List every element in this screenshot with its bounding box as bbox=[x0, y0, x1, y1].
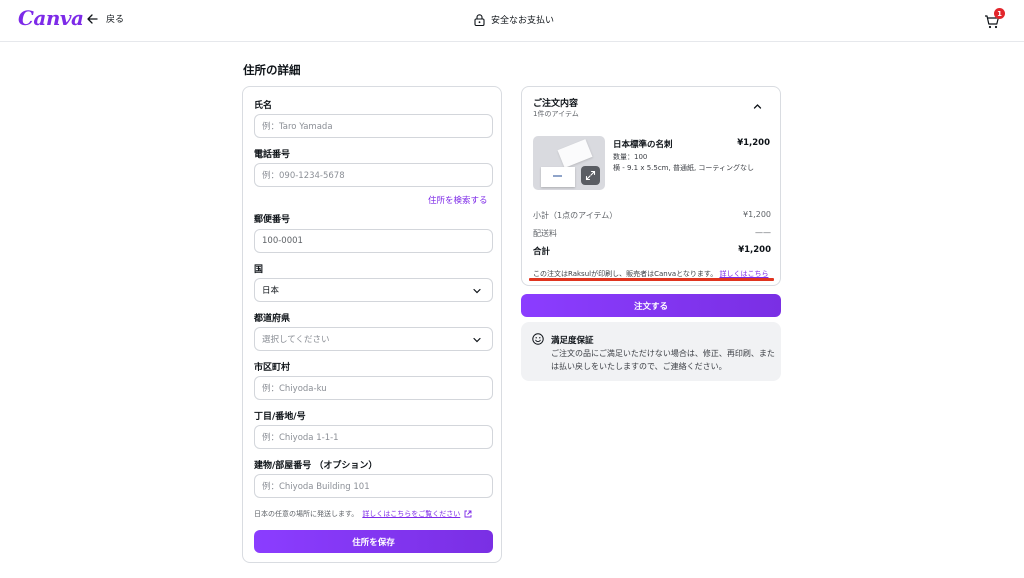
item-price: ¥1,200 bbox=[737, 138, 770, 148]
phone-input[interactable]: 例：090-1234-5678 bbox=[254, 163, 493, 187]
product-thumbnail bbox=[533, 136, 605, 190]
country-select[interactable]: 日本 bbox=[254, 278, 493, 302]
name-input[interactable]: 例：Taro Yamada bbox=[254, 114, 493, 138]
name-placeholder: 例：Taro Yamada bbox=[262, 122, 333, 132]
shipping-details-link[interactable]: 詳しくはこちらをご覧ください bbox=[362, 509, 460, 519]
save-address-button[interactable]: 住所を保存 bbox=[254, 530, 493, 553]
back-button[interactable]: 戻る bbox=[86, 12, 124, 25]
item-quantity: 数量：100 bbox=[613, 153, 648, 161]
expand-preview-button[interactable] bbox=[581, 166, 600, 185]
city-placeholder: 例：Chiyoda-ku bbox=[262, 384, 327, 394]
back-label: 戻る bbox=[106, 15, 125, 25]
chevron-down-icon bbox=[473, 288, 481, 294]
country-value: 日本 bbox=[262, 286, 280, 296]
phone-label: 電話番号 bbox=[254, 150, 291, 160]
postal-label: 郵便番号 bbox=[254, 215, 291, 225]
search-address-link[interactable]: 住所を検索する bbox=[428, 194, 488, 206]
total-value: ¥1,200 bbox=[738, 245, 771, 255]
disclaimer-link[interactable]: 詳しくはこちら bbox=[719, 270, 768, 278]
prefecture-select[interactable]: 選択してください bbox=[254, 327, 493, 351]
order-item-count: 1件のアイテム bbox=[533, 110, 579, 118]
shipping-value: —— bbox=[755, 228, 771, 237]
guarantee-body: ご注文の品にご満足いただけない場合は、修正、再印刷、または払い戻しをいたしますの… bbox=[551, 349, 775, 371]
order-summary: ご注文内容 1件のアイテム 日本標準の名刺 ¥1,200 数量：100 横 - … bbox=[521, 86, 781, 286]
external-link-icon[interactable] bbox=[464, 510, 472, 518]
smile-icon bbox=[532, 333, 544, 345]
item-name: 日本標準の名刺 bbox=[613, 140, 673, 150]
city-input[interactable]: 例：Chiyoda-ku bbox=[254, 376, 493, 400]
name-label: 氏名 bbox=[254, 101, 273, 111]
business-card-back bbox=[557, 139, 593, 168]
satisfaction-guarantee: 満足度保証 ご注文の品にご満足いただけない場合は、修正、再印刷、または払い戻しを… bbox=[521, 322, 781, 381]
street-placeholder: 例：Chiyoda 1-1-1 bbox=[262, 433, 339, 443]
subtotal-row: 小計（1点のアイテム） ¥1,200 bbox=[533, 210, 771, 221]
business-card-front bbox=[541, 167, 575, 187]
postal-input[interactable]: 100-0001 bbox=[254, 229, 493, 253]
address-form: 氏名 例：Taro Yamada 電話番号 例：090-1234-5678 住所… bbox=[242, 86, 502, 563]
highlight-underline bbox=[529, 278, 774, 281]
phone-placeholder: 例：090-1234-5678 bbox=[262, 171, 345, 181]
country-label: 国 bbox=[254, 265, 264, 275]
total-label: 合計 bbox=[533, 247, 551, 257]
city-label: 市区町村 bbox=[254, 363, 291, 373]
secure-payment-label: 安全なお支払い bbox=[491, 16, 555, 26]
street-input[interactable]: 例：Chiyoda 1-1-1 bbox=[254, 425, 493, 449]
order-title: ご注文内容 bbox=[533, 99, 579, 109]
page-title: 住所の詳細 bbox=[243, 63, 301, 77]
building-label: 建物/部屋番号 （オプション） bbox=[254, 461, 378, 471]
subtotal-value: ¥1,200 bbox=[743, 210, 771, 219]
chevron-down-icon bbox=[473, 337, 481, 343]
building-placeholder: 例：Chiyoda Building 101 bbox=[262, 482, 370, 492]
shipping-note-text: 日本の任意の場所に発送します。 bbox=[254, 510, 359, 518]
expand-icon bbox=[585, 170, 596, 181]
postal-placeholder: 100-0001 bbox=[262, 236, 303, 246]
chevron-up-icon[interactable] bbox=[752, 101, 763, 112]
prefecture-placeholder: 選択してください bbox=[262, 335, 330, 345]
total-row: 合計 ¥1,200 bbox=[533, 245, 771, 257]
secure-payment: 安全なお支払い bbox=[474, 13, 554, 26]
canva-logo[interactable]: Canva bbox=[18, 6, 84, 30]
guarantee-title: 満足度保証 bbox=[551, 336, 594, 346]
shipping-label: 配送料 bbox=[533, 229, 557, 238]
building-input[interactable]: 例：Chiyoda Building 101 bbox=[254, 474, 493, 498]
disclaimer-text: この注文はRaksulが印刷し、販売者はCanvaとなります。 bbox=[533, 270, 718, 278]
place-order-button[interactable]: 注文する bbox=[521, 294, 781, 317]
cart-count-badge: 1 bbox=[994, 8, 1005, 19]
arrow-left-icon bbox=[87, 13, 98, 24]
cart-button[interactable]: 1 bbox=[984, 8, 1005, 31]
top-bar: Canva 戻る 安全なお支払い 1 bbox=[0, 0, 1024, 42]
street-label: 丁目/番地/号 bbox=[254, 412, 306, 422]
lock-icon bbox=[474, 13, 485, 26]
prefecture-label: 都道府県 bbox=[254, 314, 291, 324]
shipping-note: 日本の任意の場所に発送します。 詳しくはこちらをご覧ください bbox=[254, 509, 472, 519]
shipping-row: 配送料 —— bbox=[533, 228, 771, 239]
subtotal-label: 小計（1点のアイテム） bbox=[533, 211, 618, 220]
item-spec: 横 - 9.1 x 5.5cm, 普通紙, コーティングなし bbox=[613, 164, 754, 172]
